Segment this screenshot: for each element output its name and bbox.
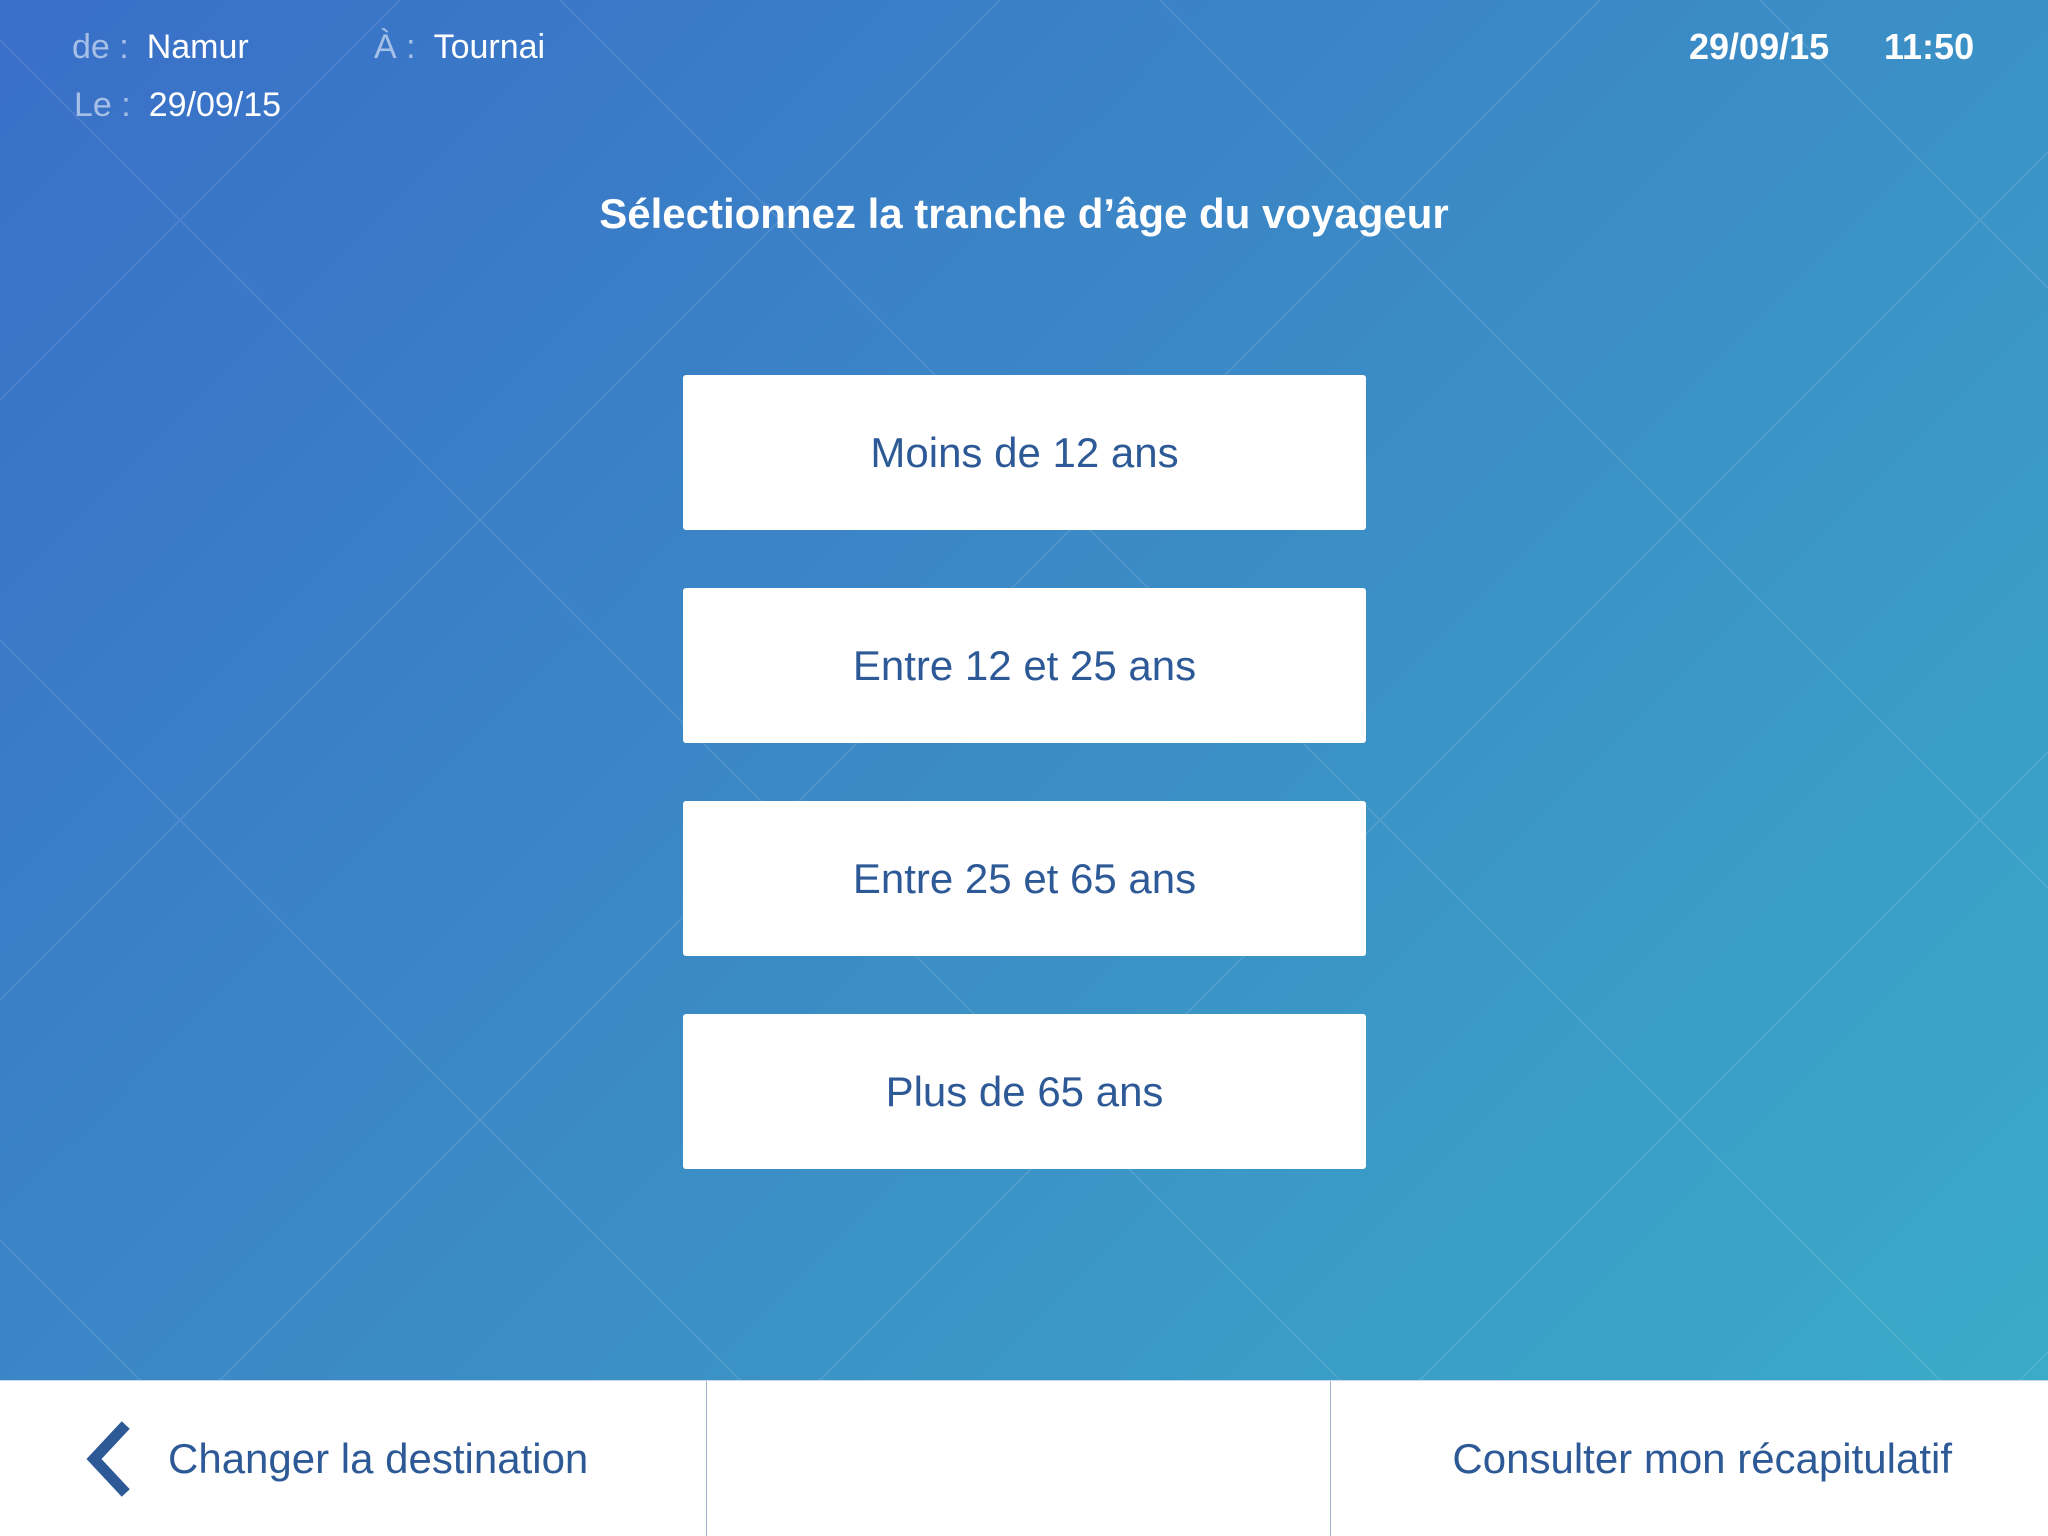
option-under-12-button[interactable]: Moins de 12 ans [683, 375, 1366, 530]
option-12-25-button[interactable]: Entre 12 et 25 ans [683, 588, 1366, 743]
bottom-navigation-bar: Changer la destination Consulter mon réc… [0, 1380, 2048, 1536]
current-date: 29/09/15 [1689, 26, 1830, 67]
trip-date-label: Le : [74, 86, 131, 124]
trip-destination: À : Tournai [374, 28, 545, 67]
option-25-65-button[interactable]: Entre 25 et 65 ans [683, 801, 1366, 956]
change-destination-button[interactable]: Changer la destination [0, 1381, 707, 1536]
trip-date: Le : 29/09/15 [74, 86, 281, 125]
view-summary-label: Consulter mon récapitulatif [1452, 1435, 1952, 1482]
option-over-65-button[interactable]: Plus de 65 ans [683, 1014, 1366, 1169]
bottom-bar-spacer [707, 1381, 1331, 1536]
view-summary-button[interactable]: Consulter mon récapitulatif [1331, 1381, 2048, 1536]
change-destination-label: Changer la destination [168, 1435, 589, 1482]
chevron-left-icon [86, 1421, 130, 1497]
current-time: 11:50 [1884, 26, 1975, 67]
age-selection-screen: de : Namur À : Tournai Le : 29/09/15 29/09/… [0, 0, 2048, 1536]
destination-value: Tournai [433, 28, 546, 66]
page-title: Sélectionnez la tranche d’âge du voyageu… [599, 190, 1449, 237]
origin-value: Namur [146, 28, 249, 66]
origin-label: de : [72, 28, 129, 66]
trip-date-value: 29/09/15 [148, 86, 282, 124]
trip-origin: de : Namur [72, 28, 249, 67]
destination-label: À : [374, 28, 416, 66]
